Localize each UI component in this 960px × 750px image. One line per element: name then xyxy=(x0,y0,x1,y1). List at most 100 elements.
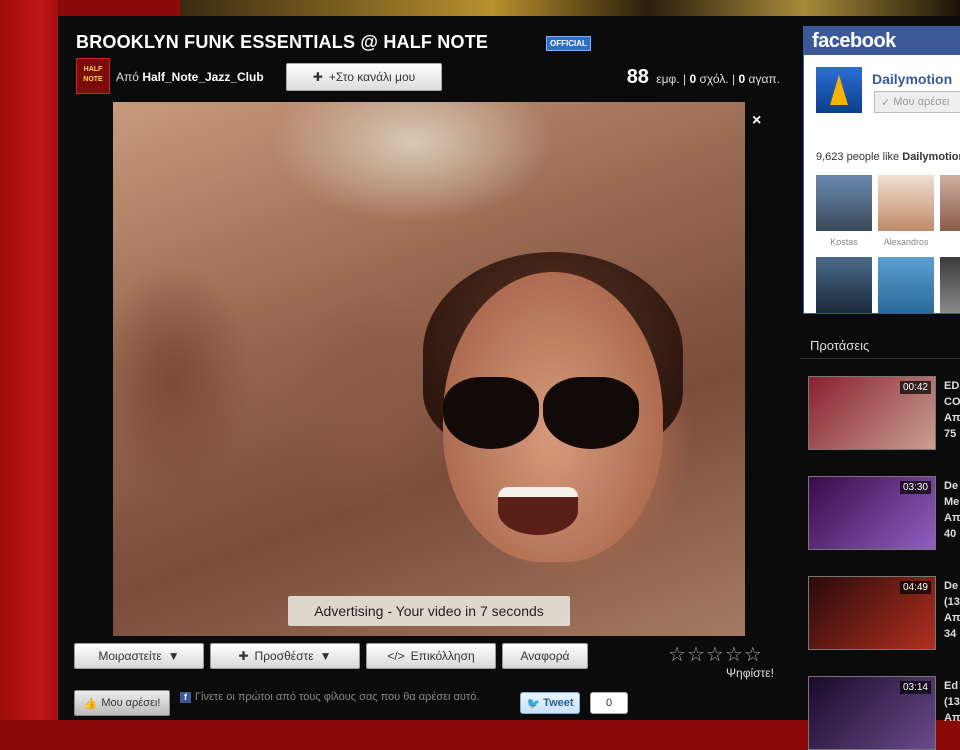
fb-like-button[interactable]: ✓ Μου αρέσει xyxy=(874,91,960,113)
add-label: Προσθέστε xyxy=(254,649,314,663)
friend-avatar[interactable] xyxy=(878,257,934,313)
views-label: εμφ. xyxy=(656,72,680,86)
duration-badge: 04:49 xyxy=(899,581,931,594)
suggestion-views: 75 xyxy=(944,428,957,440)
divider xyxy=(800,358,960,359)
right-sidebar: facebook Dailymotion ✓ Μου αρέσει 9,623 … xyxy=(800,16,960,750)
suggestion-title[interactable]: De xyxy=(944,480,958,492)
suggestion-thumbnail[interactable]: 03:14 xyxy=(808,676,936,750)
video-frame-sunglasses-right xyxy=(543,377,639,449)
channel-avatar[interactable]: HALF NOTE xyxy=(76,58,110,94)
suggestion-thumbnail[interactable]: 04:49 xyxy=(808,576,936,650)
dailymotion-logo[interactable] xyxy=(816,67,862,113)
fb-prompt-text: Γίνετε οι πρώτοι από τους φίλους σας που… xyxy=(195,691,480,703)
fans-count-text: 9,623 people like xyxy=(816,151,900,163)
suggestion-author: Απ xyxy=(944,512,960,524)
video-panel: BROOKLYN FUNK ESSENTIALS @ HALF NOTE OFF… xyxy=(58,16,800,720)
duration-badge: 03:30 xyxy=(899,481,931,494)
friend-name[interactable]: Kostas xyxy=(814,237,874,247)
like-button[interactable]: 👍 Μου αρέσει! xyxy=(74,690,170,716)
channel-avatar-text: HALF NOTE xyxy=(83,66,103,83)
check-icon: ✓ xyxy=(881,96,894,109)
comments-count: 0 xyxy=(689,72,697,86)
facebook-icon: f xyxy=(180,692,191,703)
fb-fans-count: 9,623 people like Dailymotion xyxy=(816,151,960,163)
plus-icon: ✚ xyxy=(312,70,323,84)
plus-icon: ✚ xyxy=(238,649,249,663)
suggestions-title: Προτάσεις xyxy=(810,338,870,353)
suggestion-info[interactable]: Ed (13 Απ xyxy=(944,678,960,726)
favorites-count: 0 xyxy=(738,72,746,86)
like-label: Μου αρέσει! xyxy=(101,697,161,709)
thumbs-up-icon: 👍 xyxy=(83,697,98,710)
facebook-header[interactable]: facebook xyxy=(804,27,960,55)
embed-button[interactable]: </> Επικόλληση xyxy=(366,643,496,669)
embed-label: Επικόλληση xyxy=(410,649,475,663)
suggestion-author: Απ xyxy=(944,412,960,424)
views-count: 88 xyxy=(626,66,649,88)
fans-page-name: Dailymotion xyxy=(902,151,960,163)
channel-byline: Από Half_Note_Jazz_Club xyxy=(116,70,264,84)
report-button[interactable]: Αναφορά xyxy=(502,643,588,669)
page-background-left xyxy=(0,0,58,720)
video-frame-sunglasses-left xyxy=(443,377,539,449)
subscribe-label: +Στο κανάλι μου xyxy=(328,70,416,84)
subscribe-button[interactable]: ✚ +Στο κανάλι μου xyxy=(286,63,442,91)
suggestion-title[interactable]: ED xyxy=(944,380,959,392)
caret-down-icon: ▼ xyxy=(167,649,180,663)
video-frame-smile xyxy=(498,487,578,535)
share-button[interactable]: Μοιραστείτε ▼ xyxy=(74,643,204,669)
star-icon[interactable]: ☆ xyxy=(706,644,725,666)
code-icon: </> xyxy=(387,649,405,663)
friend-avatar[interactable] xyxy=(816,175,872,231)
channel-link[interactable]: Half_Note_Jazz_Club xyxy=(142,70,263,84)
vote-label: Ψηφίστε! xyxy=(726,666,774,680)
facebook-like-prompt: f Γίνετε οι πρώτοι από τους φίλους σας πο… xyxy=(180,690,500,704)
twitter-bird-icon: 🐦 xyxy=(526,697,541,710)
share-label: Μοιραστείτε xyxy=(98,649,162,663)
friend-name[interactable]: M xyxy=(938,237,960,247)
suggestion-thumbnail[interactable]: 00:42 xyxy=(808,376,936,450)
by-prefix: Από xyxy=(116,70,139,84)
star-rating[interactable]: ☆☆☆☆☆ xyxy=(668,642,763,667)
suggestion-author: Απ xyxy=(944,612,960,624)
ad-countdown-label: Advertising - Your video in 7 seconds xyxy=(288,596,570,626)
favorites-label: αγαπ. xyxy=(748,72,781,86)
suggestion-title[interactable]: CO xyxy=(944,396,960,408)
star-icon[interactable]: ☆ xyxy=(687,644,706,666)
star-icon[interactable]: ☆ xyxy=(725,644,744,666)
suggestion-info[interactable]: ED CO Απ 75 xyxy=(944,378,960,442)
tweet-button[interactable]: 🐦 Tweet xyxy=(520,692,580,714)
suggestion-title[interactable]: Ed xyxy=(944,680,958,692)
star-icon[interactable]: ☆ xyxy=(744,644,763,666)
suggestion-title[interactable]: De xyxy=(944,580,958,592)
suggestion-info[interactable]: De (13 Απ 34 xyxy=(944,578,960,642)
suggestion-thumbnail[interactable]: 03:30 xyxy=(808,476,936,550)
suggestion-info[interactable]: De Me Απ 40 xyxy=(944,478,960,542)
fb-like-label: Μου αρέσει xyxy=(893,96,950,108)
suggestion-views: 34 xyxy=(944,628,957,640)
friend-avatar[interactable] xyxy=(878,175,934,231)
friend-name[interactable]: Alexandros xyxy=(876,237,936,247)
report-label: Αναφορά xyxy=(520,649,570,663)
add-button[interactable]: ✚ Προσθέστε ▼ xyxy=(210,643,360,669)
comments-label: σχόλ. xyxy=(699,72,729,86)
video-player[interactable]: Advertising - Your video in 7 seconds xyxy=(113,102,745,636)
video-stats: 88 εμφ. | 0 σχόλ. | 0 αγαπ. xyxy=(626,66,781,88)
tweet-count: 0 xyxy=(590,692,628,714)
suggestion-title[interactable]: (13 xyxy=(944,596,960,608)
friend-avatar[interactable] xyxy=(816,257,872,313)
top-ad-banner[interactable] xyxy=(180,0,960,16)
fb-page-name[interactable]: Dailymotion xyxy=(872,71,952,87)
star-icon[interactable]: ☆ xyxy=(668,644,687,666)
official-badge: OFFICIAL xyxy=(546,36,591,51)
close-icon[interactable]: × xyxy=(752,112,761,130)
caret-down-icon: ▼ xyxy=(319,649,332,663)
suggestion-title[interactable]: Me xyxy=(944,496,959,508)
suggestion-title[interactable]: (13 xyxy=(944,696,960,708)
video-title: BROOKLYN FUNK ESSENTIALS @ HALF NOTE xyxy=(76,32,489,52)
friend-avatar[interactable] xyxy=(940,175,960,231)
friend-avatar[interactable] xyxy=(940,257,960,313)
duration-badge: 00:42 xyxy=(899,381,931,394)
suggestion-views: 40 xyxy=(944,528,957,540)
